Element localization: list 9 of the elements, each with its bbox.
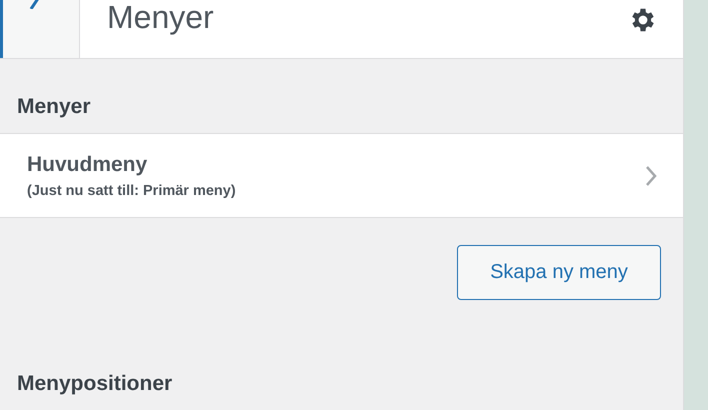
section-heading: Menyer (16, 94, 92, 120)
back-button[interactable] (0, 0, 80, 58)
panel-title: Menyer (106, 0, 215, 37)
menu-location: (Just nu satt till: Primär meny) (27, 182, 237, 198)
menu-item[interactable]: Huvudmeny (Just nu satt till: Primär meny) (0, 133, 683, 218)
create-menu-button[interactable]: Skapa ny meny (457, 245, 661, 300)
chevron-right-icon (644, 164, 658, 188)
section-heading: Menypositioner (16, 371, 174, 397)
menu-name: Huvudmeny (27, 152, 148, 176)
